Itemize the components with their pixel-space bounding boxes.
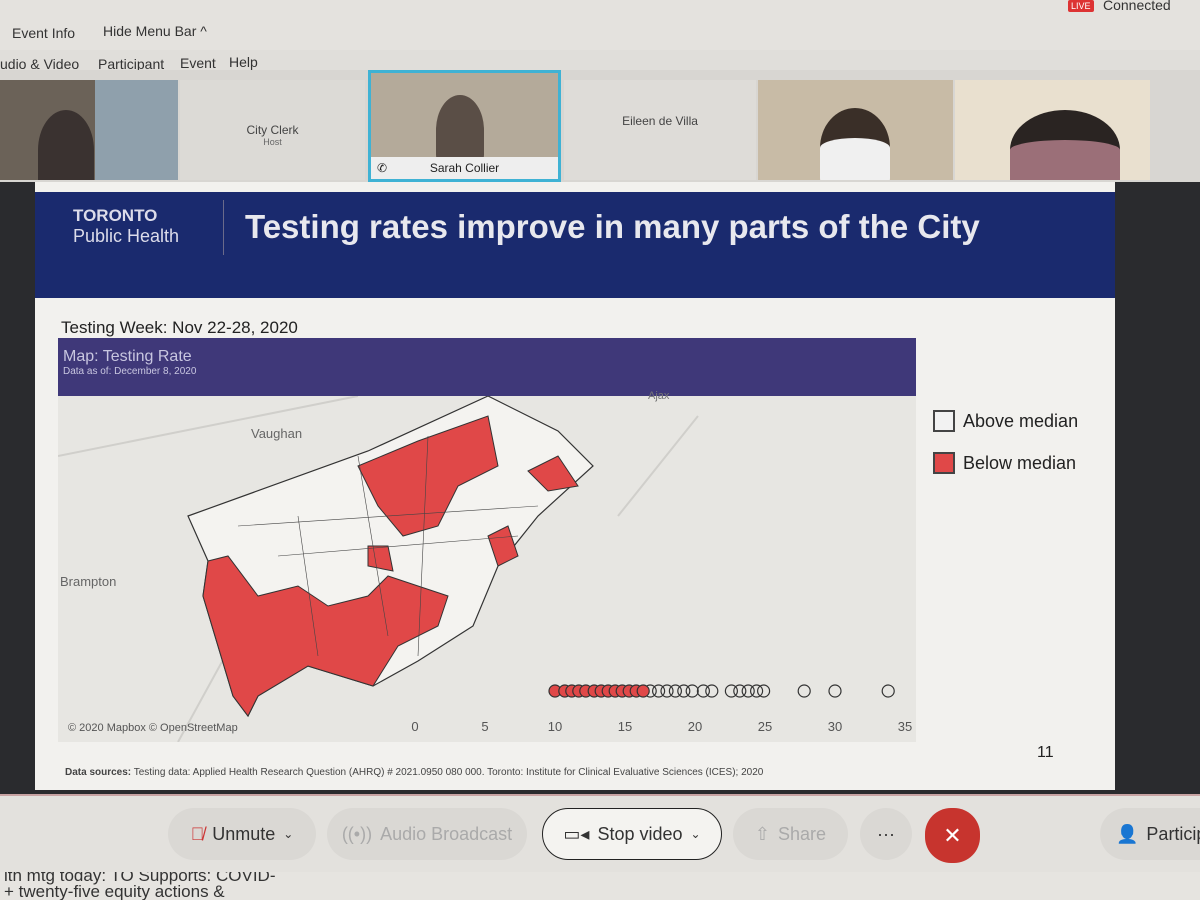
participant-role: Host xyxy=(263,137,282,147)
legend: Above median Below median xyxy=(933,410,1078,474)
video-camera-icon: ▭◂ xyxy=(563,823,590,844)
video-tile[interactable] xyxy=(758,80,953,180)
person-icon: 👤 xyxy=(1116,823,1139,844)
video-tile[interactable] xyxy=(955,80,1150,180)
event-info-button[interactable]: Event Info xyxy=(12,25,75,41)
x-tick-label: 20 xyxy=(687,719,703,734)
background-text: ith mtg today: TO Supports: COVID- + twe… xyxy=(0,872,1200,900)
phone-icon: ✆ xyxy=(377,161,388,175)
chevron-down-icon[interactable]: ⌄ xyxy=(691,827,701,841)
x-tick-label: 25 xyxy=(757,719,773,734)
data-sources: Data sources: Testing data: Applied Heal… xyxy=(65,767,764,778)
shared-content-area: TORONTO Public Health Testing rates impr… xyxy=(0,182,1200,794)
participant-name: Sarah Collier xyxy=(429,161,500,175)
dot-above-median[interactable] xyxy=(749,684,764,698)
broadcast-icon: ((•)) xyxy=(341,823,373,844)
unmute-button[interactable]: 🎙̸ Unmute ⌄ xyxy=(168,808,316,860)
participant-video xyxy=(436,95,484,165)
share-button[interactable]: ⇧ Share xyxy=(733,808,848,860)
name-bar: ✆ Sarah Collier xyxy=(371,157,558,179)
top-bar: LIVE Connected Event Info Hide Menu Bar … xyxy=(0,0,1200,50)
hide-menu-bar-button[interactable]: Hide Menu Bar ^ xyxy=(103,23,207,39)
video-strip: City Clerk Host ✆ Sarah Collier Eileen d… xyxy=(0,70,1200,182)
microphone-muted-icon: 🎙̸ xyxy=(190,823,205,844)
participant-video xyxy=(1010,110,1120,180)
dot-above-median[interactable] xyxy=(705,684,719,698)
x-tick-label: 5 xyxy=(481,719,489,734)
swatch-icon xyxy=(933,452,955,474)
dot-above-median[interactable] xyxy=(685,684,699,698)
more-options-button[interactable]: ··· xyxy=(860,808,912,860)
x-tick-label: 0 xyxy=(411,719,419,734)
video-tile[interactable] xyxy=(0,80,178,180)
share-icon: ⇧ xyxy=(754,823,771,844)
dot-above-median[interactable] xyxy=(881,684,895,698)
video-tile-eileen-de-villa[interactable]: Eileen de Villa xyxy=(564,80,756,180)
audio-broadcast-button[interactable]: ((•)) Audio Broadcast xyxy=(327,808,527,860)
dot-below-median[interactable] xyxy=(636,684,650,698)
video-tile-city-clerk[interactable]: City Clerk Host xyxy=(180,80,365,180)
x-tick-label: 35 xyxy=(897,719,913,734)
menu-event[interactable]: Event xyxy=(180,55,216,71)
participants-button[interactable]: 👤Particip xyxy=(1100,808,1200,860)
stop-video-button[interactable]: ▭◂ Stop video ⌄ xyxy=(542,808,722,860)
leave-meeting-button[interactable]: ✕ xyxy=(925,808,980,863)
legend-item-above-median: Above median xyxy=(933,410,1078,432)
video-tile-sarah-collier[interactable]: ✆ Sarah Collier xyxy=(368,70,561,182)
close-icon: ✕ xyxy=(943,822,962,848)
participant-name: City Clerk xyxy=(246,123,299,137)
meeting-toolbar: 🎙̸ Unmute ⌄ ((•)) Audio Broadcast ▭◂ Stop v… xyxy=(0,794,1200,874)
x-tick-label: 10 xyxy=(547,719,563,734)
page-number: 11 xyxy=(1037,744,1054,761)
dot-above-median[interactable] xyxy=(828,684,842,698)
x-tick-label: 15 xyxy=(617,719,633,734)
x-tick-label: 30 xyxy=(827,719,843,734)
swatch-icon xyxy=(933,410,955,432)
chevron-down-icon[interactable]: ⌄ xyxy=(283,827,293,841)
participant-video xyxy=(820,108,890,180)
connection-status: Connected xyxy=(1103,0,1171,13)
menu-help[interactable]: Help xyxy=(229,54,258,70)
participant-name: Eileen de Villa xyxy=(622,114,698,128)
dot-above-median[interactable] xyxy=(756,684,771,698)
dot-above-median[interactable] xyxy=(797,684,811,698)
live-badge: LIVE xyxy=(1068,0,1094,12)
participant-video xyxy=(38,110,94,180)
slide: TORONTO Public Health Testing rates impr… xyxy=(35,182,1115,790)
legend-item-below-median: Below median xyxy=(933,452,1078,474)
